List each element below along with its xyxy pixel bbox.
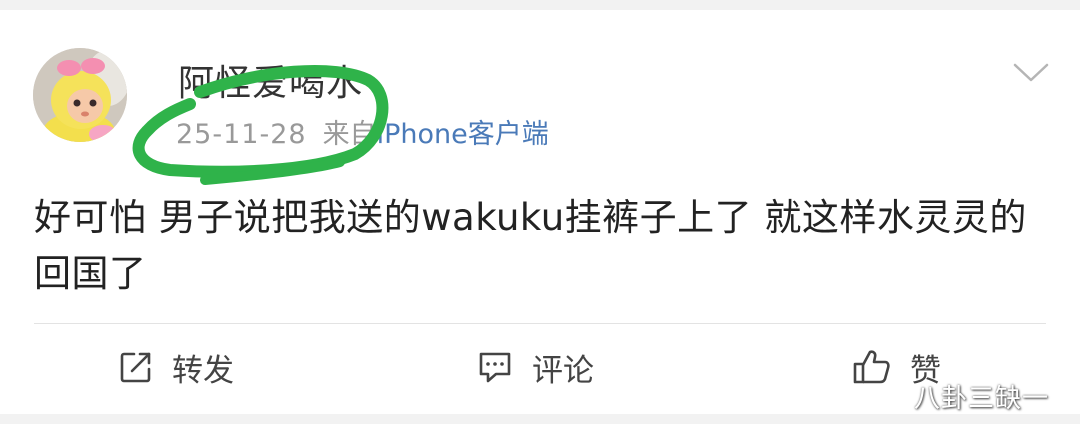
source-prefix: 来自 (322, 119, 377, 150)
divider (34, 323, 1046, 324)
comment-label: 评论 (532, 352, 594, 389)
source-link[interactable]: iPhone客户端 (377, 119, 549, 150)
share-square-icon (120, 352, 151, 383)
avatar-image (33, 48, 127, 142)
comment-button[interactable]: 评论 (476, 347, 594, 389)
post-time: 25-11-28 (176, 119, 307, 150)
username[interactable]: 阿怪爱喝水 (178, 54, 363, 106)
repost-button[interactable]: 转发 (118, 347, 234, 389)
watermark: 八卦三缺一 (914, 384, 1050, 414)
post-text: 好可怕 男子说把我送的wakuku挂裤子上了 就这样水灵灵的回国了 (34, 196, 1027, 295)
thumbs-up-icon (853, 350, 890, 384)
comment-bubble-icon (479, 352, 511, 383)
avatar[interactable] (33, 48, 127, 142)
repost-label: 转发 (172, 352, 234, 389)
post-meta: 25-11-28 来自iPhone客户端 (176, 112, 549, 151)
weibo-post-card: 阿怪爱喝水 25-11-28 来自iPhone客户端 好可怕 男子说把我送的wak… (0, 10, 1080, 414)
chevron-down-icon[interactable] (1012, 60, 1050, 86)
